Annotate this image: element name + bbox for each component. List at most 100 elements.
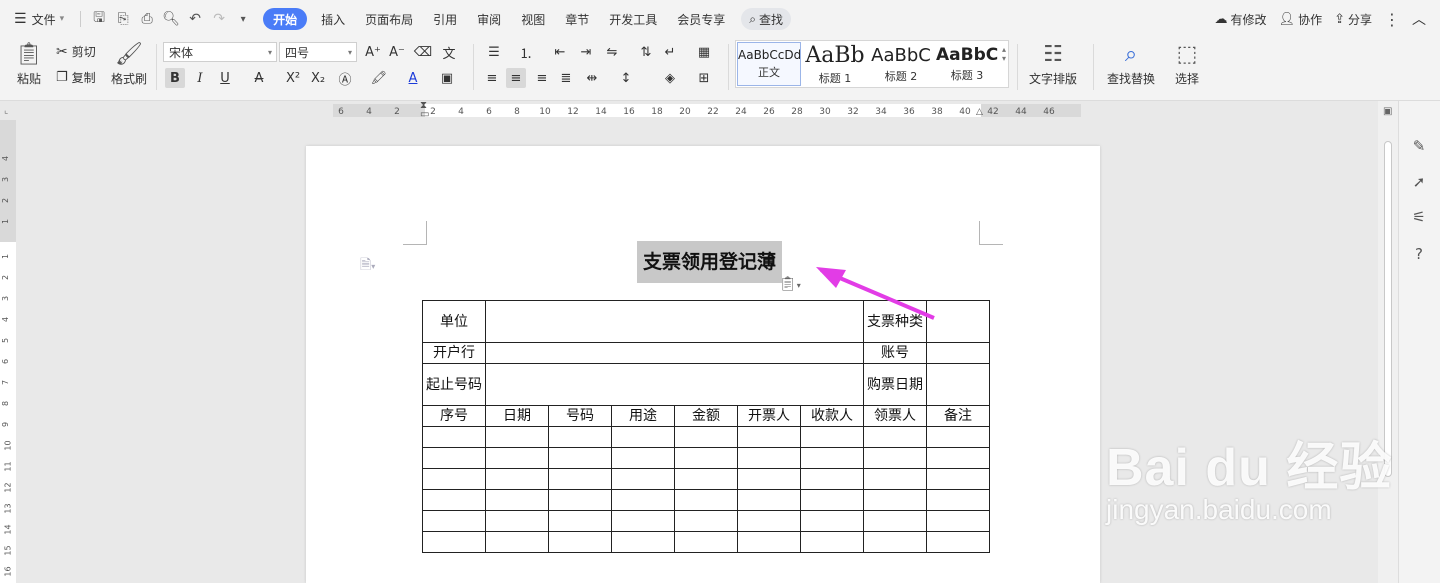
tab-view[interactable]: 视图 xyxy=(511,7,555,31)
ruler-tick-label: 6 xyxy=(338,107,344,117)
select-label: 选择 xyxy=(1174,72,1199,86)
clipboard-icon: 📋︎ xyxy=(15,42,43,67)
save-icon[interactable]: 🖫 xyxy=(87,7,111,31)
vertical-scrollbar[interactable]: ▣ xyxy=(1378,101,1398,583)
underline-button[interactable]: U xyxy=(215,68,235,88)
cut-button[interactable]: ✂ 剪切 xyxy=(56,43,96,60)
document-page[interactable]: 🗎▾ 支票领用登记薄 📋︎▾ 单位 支票种类 开户行 账号 起止号码 购票日期 … xyxy=(306,146,1100,583)
paste-button[interactable]: 📋︎ 粘贴 xyxy=(12,42,46,87)
more-options-icon[interactable]: ⋮ xyxy=(1378,7,1406,31)
bullet-list-icon[interactable]: ☰ xyxy=(484,42,504,62)
sort-icon[interactable]: ⇅ xyxy=(636,42,656,62)
gallery-scroll-icon[interactable]: ▴ ▾ xyxy=(1002,45,1006,63)
tab-member[interactable]: 会员专享 xyxy=(667,7,735,31)
ruler-tick-label: 44 xyxy=(1015,107,1027,117)
align-right-icon[interactable]: ≡ xyxy=(532,68,552,88)
align-left-icon[interactable]: ≡ xyxy=(482,68,502,88)
ruler-tick-label: 3 xyxy=(1,176,11,183)
find-replace-button[interactable]: ⌕ 查找替换 xyxy=(1102,42,1160,87)
indent-marker-icon[interactable]: ⧗ ▭ xyxy=(420,101,429,120)
strikethrough-button[interactable]: A xyxy=(249,68,269,88)
grow-font-icon[interactable]: A⁺ xyxy=(363,42,383,62)
style-heading-3[interactable]: AaBbC 标题 3 xyxy=(935,42,999,86)
ruler-tick-label: 2 xyxy=(1,274,11,281)
tab-insert[interactable]: 插入 xyxy=(311,7,355,31)
select-button[interactable]: ⬚ 选择 xyxy=(1170,42,1204,87)
collapse-ribbon-icon[interactable]: ︿ xyxy=(1406,7,1440,31)
bold-button[interactable]: B xyxy=(165,68,185,88)
search-tab[interactable]: ⌕ 查找 xyxy=(741,8,791,30)
print-preview-icon[interactable]: 🔍︎ xyxy=(159,7,183,31)
tab-developer[interactable]: 开发工具 xyxy=(599,7,667,31)
ruler-tick-label: 4 xyxy=(1,155,11,162)
numbered-list-icon[interactable]: ⒈ xyxy=(516,42,536,62)
chinese-layout-icon[interactable]: ⇋ xyxy=(602,42,622,62)
format-painter-button[interactable]: 🖌︎ 格式刷 xyxy=(110,42,148,87)
collab-button[interactable]: 👤︎ 协作 xyxy=(1273,7,1329,31)
file-menu[interactable]: ☰ 文件 ▾ xyxy=(0,7,74,31)
file-menu-label: 文件 xyxy=(31,12,56,27)
changes-button[interactable]: ☁ 有修改 xyxy=(1209,7,1273,31)
print-icon[interactable]: ⎙ xyxy=(135,7,159,31)
style-heading-2[interactable]: AaBbC 标题 2 xyxy=(869,42,933,86)
scrollbar-thumb[interactable] xyxy=(1384,141,1392,477)
tab-references[interactable]: 引用 xyxy=(423,7,467,31)
char-border-icon[interactable]: ▣ xyxy=(437,68,457,88)
subscript-button[interactable]: X₂ xyxy=(308,68,328,88)
line-spacing-icon[interactable]: ↕ xyxy=(616,68,636,88)
font-size-select[interactable]: 四号 ▾ xyxy=(279,42,357,62)
find-replace-label: 查找替换 xyxy=(1106,72,1155,86)
scissors-icon: ✂ xyxy=(56,43,68,60)
changes-label: 有修改 xyxy=(1230,12,1267,27)
text-layout-button[interactable]: ☷ 文字排版 xyxy=(1024,42,1082,87)
sliders-icon[interactable]: ⚟ xyxy=(1409,207,1429,227)
tab-section[interactable]: 章节 xyxy=(555,7,599,31)
italic-button[interactable]: I xyxy=(190,68,210,88)
tab-stop-icon[interactable]: ⌞ xyxy=(4,106,8,116)
quick-access-more-icon[interactable]: ▾ xyxy=(231,7,255,31)
decrease-indent-icon[interactable]: ⇤ xyxy=(550,42,570,62)
text-effect-icon[interactable]: Ⓐ xyxy=(335,68,355,88)
help-icon[interactable]: ? xyxy=(1409,244,1429,264)
tab-page-layout[interactable]: 页面布局 xyxy=(355,7,423,31)
page-view-icon[interactable]: ▣ xyxy=(1383,106,1392,117)
distributed-icon[interactable]: ⇹ xyxy=(582,68,602,88)
font-color-button[interactable]: A xyxy=(403,68,423,88)
format-painter-label: 格式刷 xyxy=(110,72,147,86)
vertical-ruler[interactable]: 4 3 2 1 1 2 3 4 5 6 7 8 9 10 11 12 13 14 15 16 xyxy=(0,120,16,583)
increase-indent-icon[interactable]: ⇥ xyxy=(576,42,596,62)
shading-icon[interactable]: ◈ xyxy=(660,68,680,88)
style-preview: AaBbCcDd xyxy=(738,48,800,62)
style-name: 标题 2 xyxy=(884,69,918,83)
table-icon[interactable]: ▦ xyxy=(694,42,714,62)
highlight-icon[interactable]: 🖍︎ xyxy=(369,68,389,88)
pinyin-guide-icon[interactable]: 文 xyxy=(439,42,459,62)
shrink-font-icon[interactable]: A⁻ xyxy=(387,42,407,62)
tab-home[interactable]: 开始 xyxy=(263,8,308,30)
pen-icon[interactable]: ✎ xyxy=(1409,136,1429,156)
align-center-icon[interactable]: ≡ xyxy=(506,68,526,88)
paste-label: 粘贴 xyxy=(16,72,41,86)
style-heading-1[interactable]: AaBb 标题 1 xyxy=(803,42,867,86)
tab-review[interactable]: 审阅 xyxy=(467,7,511,31)
undo-icon[interactable]: ↶ xyxy=(183,7,207,31)
clear-format-icon[interactable]: ⌫ xyxy=(413,42,433,62)
share-icon: ⇪ xyxy=(1334,11,1345,27)
right-indent-marker-icon[interactable]: △ xyxy=(976,107,983,117)
copy-button[interactable]: ❐ 复制 xyxy=(56,69,96,86)
borders-icon[interactable]: ⊞ xyxy=(694,68,714,88)
superscript-button[interactable]: X² xyxy=(283,68,303,88)
style-normal[interactable]: AaBbCcDd 正文 xyxy=(737,42,801,86)
annotation-arrow xyxy=(816,267,935,320)
ruler-tick-label: 15 xyxy=(3,545,13,556)
justify-icon[interactable]: ≣ xyxy=(556,68,576,88)
share-button[interactable]: ⇪ 分享 xyxy=(1328,7,1378,31)
font-name-select[interactable]: 宋体 ▾ xyxy=(163,42,277,62)
redo-icon[interactable]: ↷ xyxy=(207,7,231,31)
menu-bar-right: ☁ 有修改 👤︎ 协作 ⇪ 分享 ⋮ ︿ xyxy=(1209,0,1440,38)
export-pdf-icon[interactable]: ⎘ xyxy=(111,7,135,31)
menu-bar: ☰ 文件 ▾ 🖫 ⎘ ⎙ 🔍︎ ↶ ↷ ▾ 开始 插入 页面布局 引用 审阅 视… xyxy=(0,0,1440,38)
show-marks-icon[interactable]: ↵ xyxy=(660,42,680,62)
cursor-icon[interactable]: ➚ xyxy=(1409,172,1429,192)
horizontal-ruler[interactable]: ⌞ 6 4 2 2 4 6 8 10 12 14 16 18 20 22 24 26 28 30 32 34 36 38 4… xyxy=(0,101,1440,120)
